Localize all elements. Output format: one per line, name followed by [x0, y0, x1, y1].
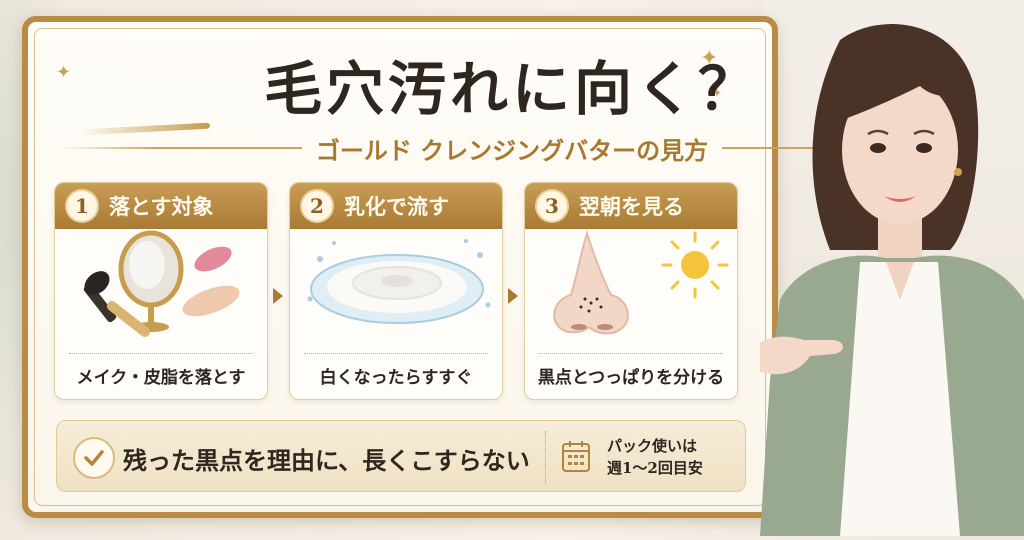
step-title: 翌朝を見る	[579, 194, 684, 219]
usage-note-line2: 週1～2回目安	[607, 459, 703, 477]
dotted-separator	[545, 431, 546, 483]
subtitle: ゴールド クレンジングバターの見方	[315, 135, 709, 165]
step-number: 2	[300, 189, 334, 223]
step-number: 1	[65, 189, 99, 223]
nose-sun-icon	[525, 229, 737, 341]
step-header: 2 乳化で流す	[290, 183, 502, 229]
usage-note: パック使いは 週1～2回目安	[607, 435, 703, 479]
calendar-icon	[561, 439, 591, 473]
dotted-divider	[69, 353, 253, 354]
divider-line	[60, 147, 302, 149]
step-card-2: 2 乳化で流す 白くなったらすすぐ	[289, 182, 503, 400]
milky-splash-icon	[290, 229, 502, 341]
step-caption: 白くなったらすすぐ	[319, 368, 473, 388]
presenter-illustration	[750, 0, 1024, 536]
step-title: 落とす対象	[109, 194, 214, 219]
step-header: 3 翌朝を見る	[525, 183, 737, 229]
tip-text: 残った黒点を理由に、長くこすらない	[123, 446, 530, 475]
step-header: 1 落とす対象	[55, 183, 267, 229]
step-card-3: 3 翌朝を見る 黒点とつっぱりを分ける	[524, 182, 738, 400]
usage-note-line1: パック使いは	[607, 437, 698, 455]
chevron-right-icon	[273, 288, 283, 304]
step-caption: 黒点とつっぱりを分ける	[537, 368, 725, 388]
checkmark-icon	[73, 437, 115, 479]
makeup-tools-icon	[55, 229, 267, 341]
step-title: 乳化で流す	[344, 194, 449, 219]
step-card-1: 1 落とす対象 メイク・皮脂を落とす	[54, 182, 268, 400]
dotted-divider	[539, 353, 723, 354]
tip-bar: 残った黒点を理由に、長くこすらない パック使いは 週1～2回目安	[56, 420, 746, 492]
step-number: 3	[535, 189, 569, 223]
step-caption: メイク・皮脂を落とす	[76, 368, 246, 388]
dotted-divider	[304, 353, 488, 354]
chevron-right-icon	[508, 288, 518, 304]
